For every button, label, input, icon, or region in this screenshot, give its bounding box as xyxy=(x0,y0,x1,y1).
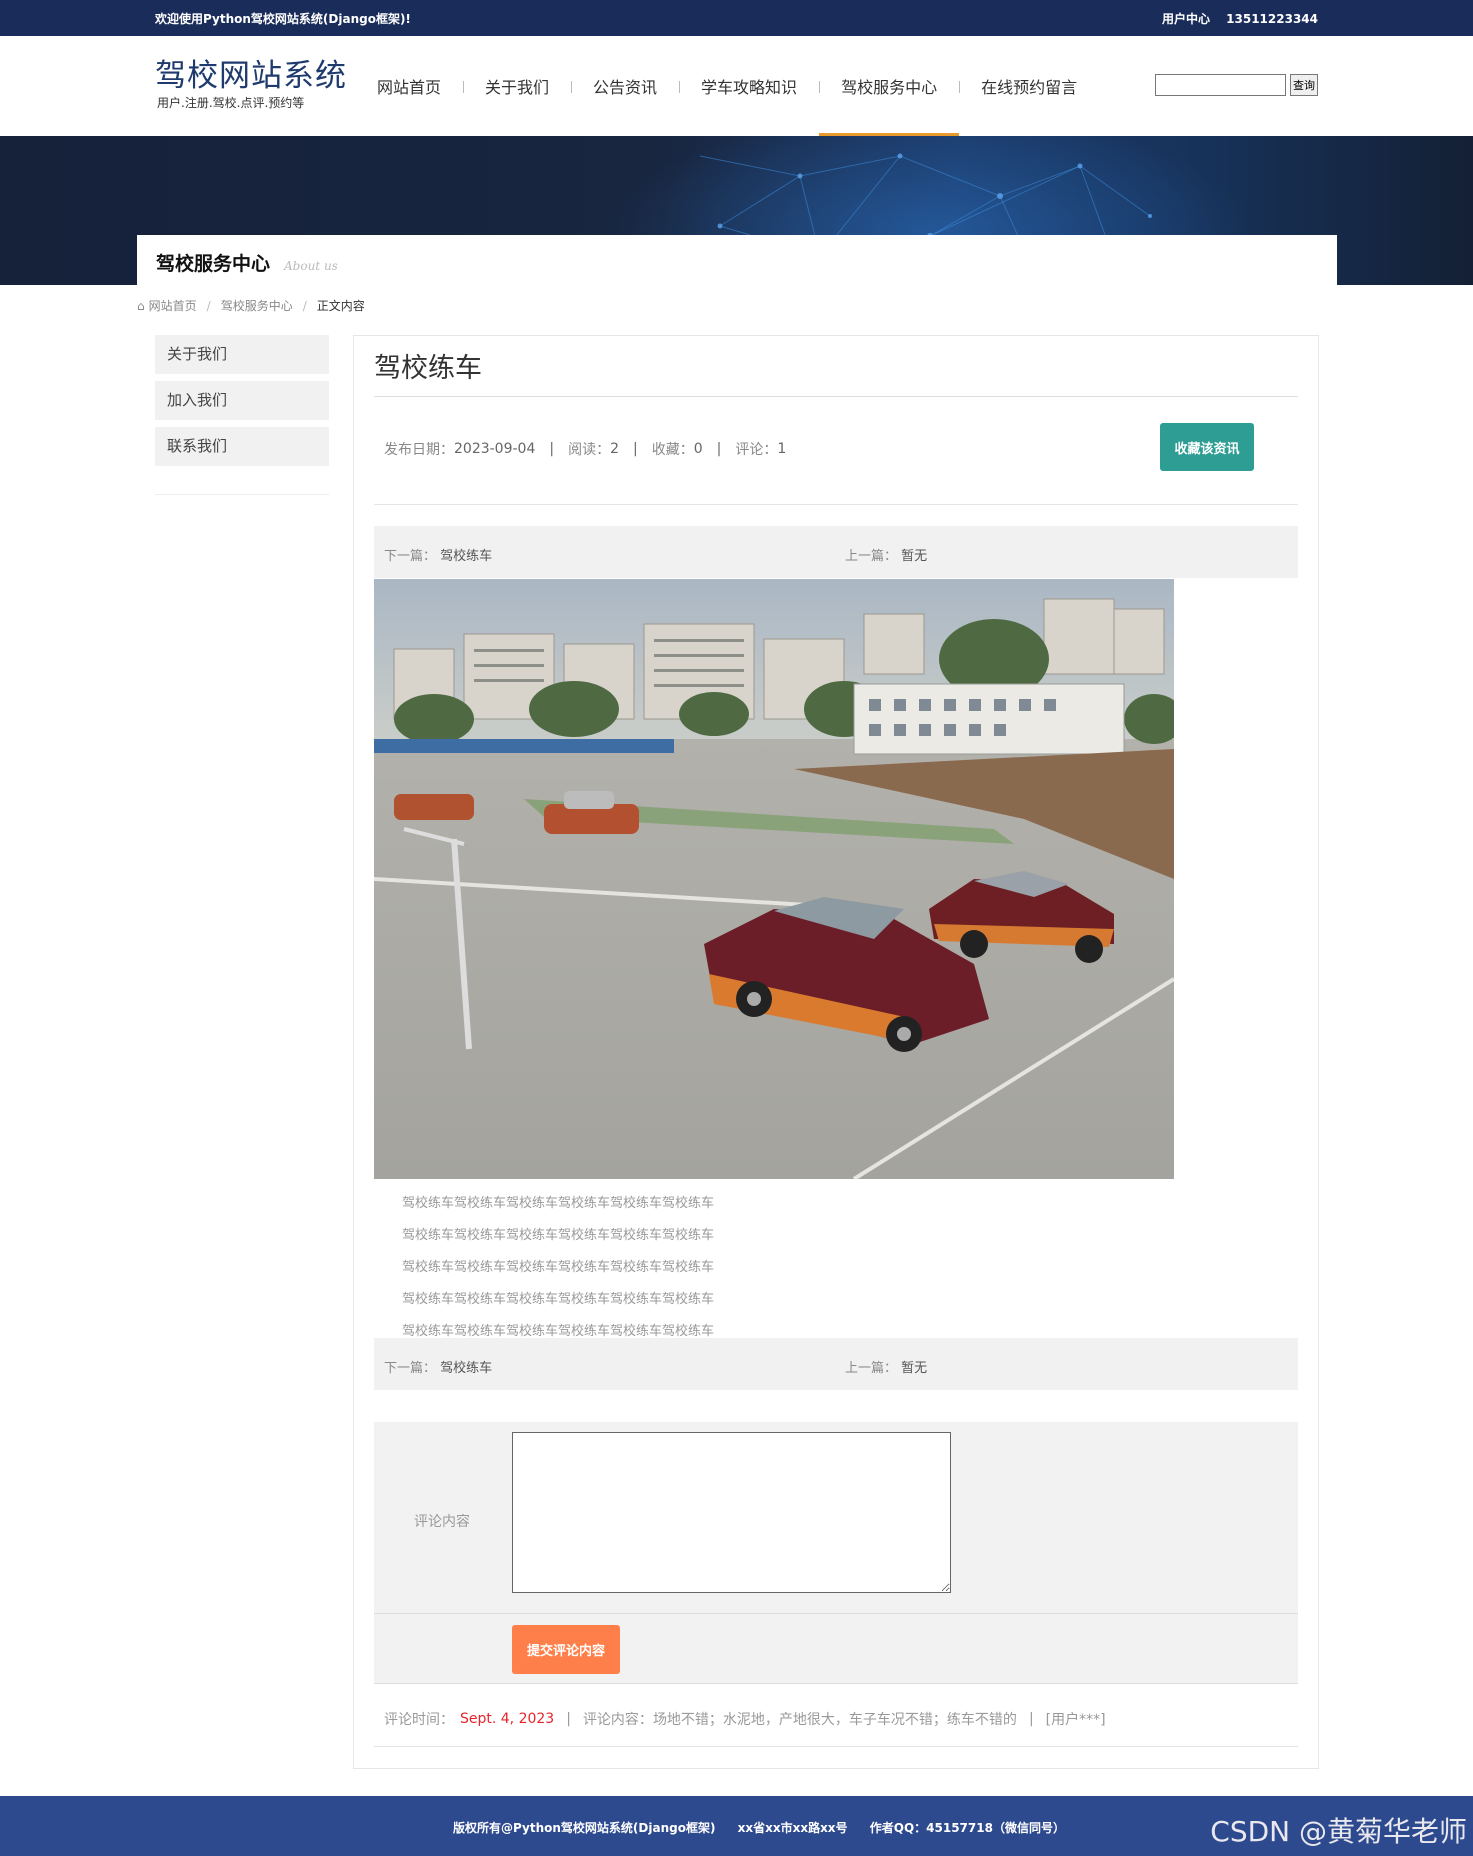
watermark: CSDN @黄菊华老师 xyxy=(1210,1815,1467,1848)
nav-home[interactable]: 网站首页 xyxy=(355,36,463,136)
favorite-button[interactable]: 收藏该资讯 xyxy=(1160,423,1254,471)
nav-service-center[interactable]: 驾校服务中心 xyxy=(819,36,960,136)
footer-address: xx省xx市xx路xx号 xyxy=(737,1821,848,1835)
breadcrumb-current: 正文内容 xyxy=(316,299,365,313)
next-link: 暂无 xyxy=(901,1361,928,1376)
breadcrumb-separator: / xyxy=(302,298,307,313)
nav-guides[interactable]: 学车攻略知识 xyxy=(679,36,819,136)
section-title-tab: 驾校服务中心 About us xyxy=(137,235,1337,285)
article-paragraph: 驾校练车驾校练车驾校练车驾校练车驾校练车驾校练车 xyxy=(402,1260,715,1275)
comment-content-label: 评论内容： xyxy=(582,1712,653,1728)
meta-separator: | xyxy=(549,441,555,457)
article-panel: 驾校练车 发布日期： 2023-09-04 | 阅读： 2 | 收藏： 0 | … xyxy=(353,335,1319,1769)
section-title: 驾校服务中心 xyxy=(156,253,271,275)
fav-label: 收藏： xyxy=(651,442,694,458)
breadcrumb-service-center[interactable]: 驾校服务中心 xyxy=(221,297,293,314)
search-button[interactable]: 查询 xyxy=(1290,74,1318,96)
divider xyxy=(374,1746,1298,1747)
comment-time: Sept. 4, 2023 xyxy=(460,1711,555,1727)
article-pager-bottom: 下一篇： 驾校练车 上一篇： 暂无 xyxy=(374,1338,1298,1390)
prev-article[interactable]: 下一篇： 驾校练车 xyxy=(384,545,492,564)
comment-form: 评论内容 提交评论内容 xyxy=(374,1422,1298,1684)
user-center-link[interactable]: 用户中心 xyxy=(1162,12,1210,26)
breadcrumb: ⌂ 网站首页 / 驾校服务中心 / 正文内容 xyxy=(137,297,365,314)
search-box: 查询 xyxy=(1155,74,1318,96)
comment-user: [用户***] xyxy=(1045,1712,1106,1728)
publish-date: 2023-09-04 xyxy=(454,441,536,457)
comment-item: 评论时间： Sept. 4, 2023 | 评论内容： 场地不错；水泥地，产地很… xyxy=(384,1709,1106,1729)
article-body: 驾校练车驾校练车驾校练车驾校练车驾校练车驾校练车 驾校练车驾校练车驾校练车驾校练… xyxy=(402,1188,714,1348)
main-nav: 网站首页 关于我们 公告资讯 学车攻略知识 驾校服务中心 在线预约留言 xyxy=(355,36,1099,136)
comment-content: 场地不错；水泥地，产地很大，车子车况不错；练车不错的 xyxy=(652,1712,1017,1728)
date-label: 发布日期： xyxy=(384,442,454,458)
read-count: 2 xyxy=(610,441,620,457)
footer-qq: 作者QQ：45157718（微信同号） xyxy=(869,1821,1065,1835)
footer-copyright: 版权所有@Python驾校网站系统(Django框架) xyxy=(453,1821,716,1835)
topbar-right: 用户中心 13511223344 xyxy=(1162,10,1318,27)
sidebar-item-contact[interactable]: 联系我们 xyxy=(155,427,329,466)
welcome-text: 欢迎使用Python驾校网站系统(Django框架)! xyxy=(155,12,411,26)
nav-booking[interactable]: 在线预约留言 xyxy=(959,36,1099,136)
meta-separator: | xyxy=(716,441,722,457)
breadcrumb-home[interactable]: 网站首页 xyxy=(149,297,197,314)
comment-separator: | xyxy=(566,1711,571,1727)
comment-field-label: 评论内容 xyxy=(414,1514,470,1530)
footer: 版权所有@Python驾校网站系统(Django框架) xx省xx市xx路xx号… xyxy=(0,1796,1473,1856)
home-icon: ⌂ xyxy=(137,298,145,313)
next-article[interactable]: 上一篇： 暂无 xyxy=(845,1357,927,1376)
prev-label: 下一篇： xyxy=(384,549,437,564)
prev-article[interactable]: 下一篇： 驾校练车 xyxy=(384,1357,492,1376)
phone-number: 13511223344 xyxy=(1226,12,1318,26)
site-title: 驾校网站系统 xyxy=(155,58,347,94)
divider xyxy=(374,396,1298,397)
site-logo[interactable]: 驾校网站系统 用户.注册.驾校.点评.预约等 xyxy=(155,58,347,111)
next-link: 暂无 xyxy=(901,549,928,564)
meta-separator: | xyxy=(633,441,638,457)
article-title: 驾校练车 xyxy=(374,353,482,384)
header: 驾校网站系统 用户.注册.驾校.点评.预约等 网站首页 关于我们 公告资讯 学车… xyxy=(0,36,1473,136)
article-paragraph: 驾校练车驾校练车驾校练车驾校练车驾校练车驾校练车 xyxy=(402,1292,715,1307)
next-label: 上一篇： xyxy=(845,549,898,564)
search-input[interactable] xyxy=(1155,74,1286,96)
section-subtitle: About us xyxy=(284,259,338,273)
next-label: 上一篇： xyxy=(845,1361,898,1376)
prev-link[interactable]: 驾校练车 xyxy=(440,1361,492,1376)
article-pager-top: 下一篇： 驾校练车 上一篇： 暂无 xyxy=(374,526,1298,578)
site-subtitle: 用户.注册.驾校.点评.预约等 xyxy=(157,96,305,110)
article-meta: 发布日期： 2023-09-04 | 阅读： 2 | 收藏： 0 | 评论： 1 xyxy=(384,439,786,459)
article-paragraph: 驾校练车驾校练车驾校练车驾校练车驾校练车驾校练车 xyxy=(402,1228,715,1243)
next-article[interactable]: 上一篇： 暂无 xyxy=(845,545,927,564)
breadcrumb-separator: / xyxy=(206,298,211,313)
comment-label: 评论： xyxy=(735,442,778,458)
prev-link[interactable]: 驾校练车 xyxy=(440,549,492,564)
sidebar-item-about[interactable]: 关于我们 xyxy=(155,335,329,374)
top-bar: 欢迎使用Python驾校网站系统(Django框架)! 用户中心 1351122… xyxy=(0,0,1473,36)
prev-label: 下一篇： xyxy=(384,1361,437,1376)
fav-count: 0 xyxy=(693,441,703,457)
divider xyxy=(374,504,1298,505)
nav-news[interactable]: 公告资讯 xyxy=(571,36,679,136)
article-paragraph: 驾校练车驾校练车驾校练车驾校练车驾校练车驾校练车 xyxy=(402,1196,715,1211)
read-label: 阅读： xyxy=(568,442,611,458)
comment-form-row: 评论内容 xyxy=(374,1422,1298,1614)
nav-about[interactable]: 关于我们 xyxy=(463,36,571,136)
submit-comment-button[interactable]: 提交评论内容 xyxy=(512,1625,620,1674)
sidebar: 关于我们 加入我们 联系我们 xyxy=(155,335,329,495)
comment-form-actions: 提交评论内容 xyxy=(374,1614,1298,1684)
article-image xyxy=(374,579,1174,1179)
sidebar-item-join[interactable]: 加入我们 xyxy=(155,381,329,420)
comment-textarea[interactable] xyxy=(512,1432,951,1593)
footer-text: 版权所有@Python驾校网站系统(Django框架) xx省xx市xx路xx号… xyxy=(453,1819,1083,1836)
comment-separator: | xyxy=(1028,1711,1034,1727)
comment-count: 1 xyxy=(777,441,787,457)
comment-time-label: 评论时间： xyxy=(384,1712,454,1728)
sidebar-divider xyxy=(155,494,329,495)
